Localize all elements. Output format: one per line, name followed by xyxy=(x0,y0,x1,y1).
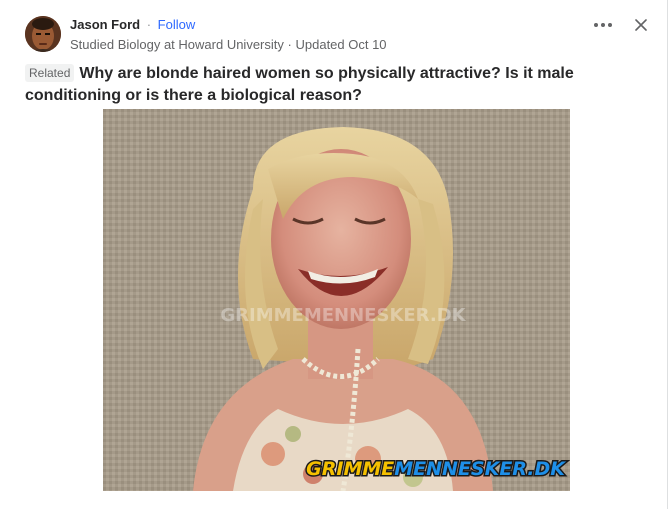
portrait-photo: GRIMMEMENNESKER.DK GRIMMEMENNESKER.DK xyxy=(103,109,570,491)
author-line: Jason Ford · Follow xyxy=(70,17,195,33)
corner-watermark: GRIMMEMENNESKER.DK xyxy=(306,458,566,480)
answer-card: Jason Ford · Follow Studied Biology at H… xyxy=(0,0,668,509)
close-icon xyxy=(635,19,647,31)
avatar-image xyxy=(25,16,61,52)
question-title-link[interactable]: Why are blonde haired women so physicall… xyxy=(25,65,574,104)
center-watermark: GRIMMEMENNESKER.DK xyxy=(220,305,466,326)
author-name[interactable]: Jason Ford xyxy=(70,17,140,32)
related-badge: Related xyxy=(25,64,75,82)
more-options-button[interactable] xyxy=(590,14,616,36)
follow-button[interactable]: Follow xyxy=(158,17,196,32)
author-avatar[interactable] xyxy=(25,16,61,52)
author-credential[interactable]: Studied Biology at Howard University xyxy=(70,37,284,52)
credential-separator: · xyxy=(287,37,292,52)
credential-line: Studied Biology at Howard University · U… xyxy=(70,37,387,53)
watermark-part-b: MENNESKER.DK xyxy=(394,458,566,480)
more-horizontal-icon xyxy=(594,23,612,27)
watermark-part-a: GRIMME xyxy=(306,458,394,480)
answer-image[interactable]: GRIMMEMENNESKER.DK GRIMMEMENNESKER.DK xyxy=(103,109,570,491)
close-button[interactable] xyxy=(630,14,652,36)
name-separator: · xyxy=(146,17,152,32)
question-block: Related Why are blonde haired women so ph… xyxy=(25,63,645,107)
updated-timestamp[interactable]: Updated Oct 10 xyxy=(295,37,386,52)
